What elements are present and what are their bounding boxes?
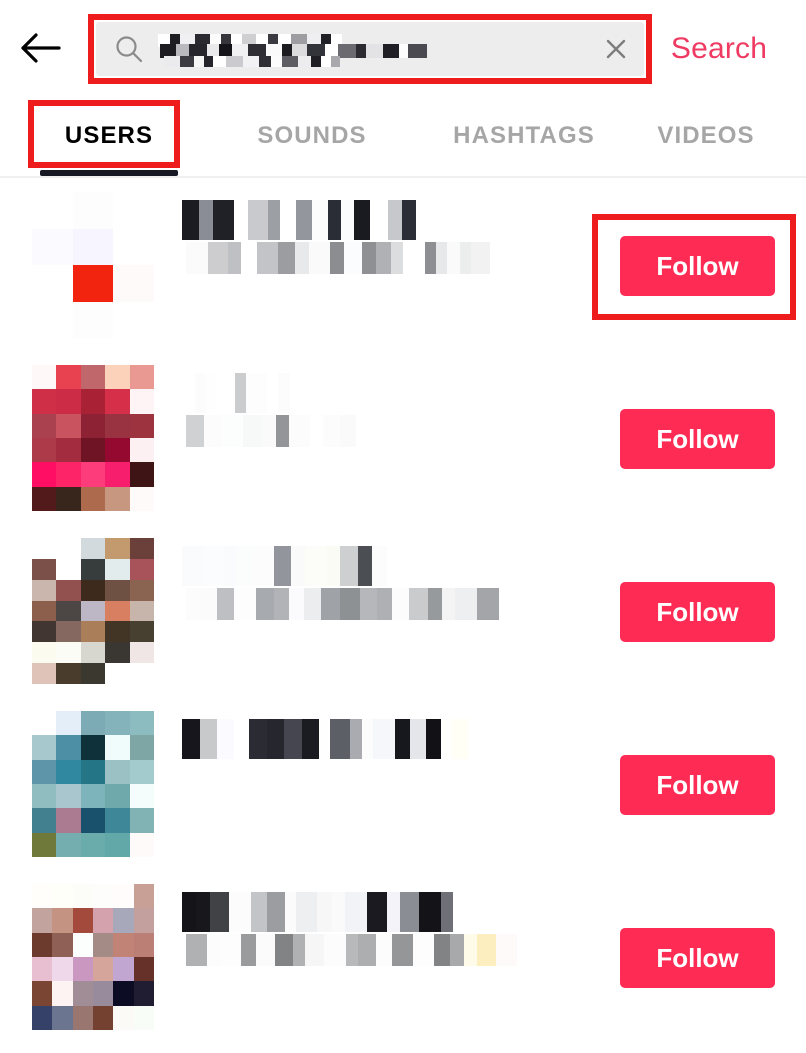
clear-search-button[interactable] bbox=[588, 22, 644, 76]
user-result-row[interactable]: Follow bbox=[0, 351, 806, 524]
search-submit-button[interactable]: Search bbox=[646, 22, 792, 76]
arrow-left-icon bbox=[21, 33, 61, 63]
avatar bbox=[32, 192, 154, 338]
search-field[interactable] bbox=[96, 22, 644, 76]
user-result-row[interactable]: Follow bbox=[0, 697, 806, 870]
tiktok-search-screen: Search USERS SOUNDS HASHTAGS VIDEOS Follow F… bbox=[0, 0, 806, 1053]
tab-users[interactable]: USERS bbox=[40, 96, 178, 176]
avatar bbox=[32, 538, 154, 684]
tab-hashtags[interactable]: HASHTAGS bbox=[410, 96, 638, 176]
user-results-list: Follow Follow Follow Follow Follow bbox=[0, 178, 806, 1043]
search-icon bbox=[116, 36, 143, 63]
search-tabs: USERS SOUNDS HASHTAGS VIDEOS bbox=[0, 96, 806, 176]
follow-button[interactable]: Follow bbox=[620, 928, 775, 988]
follow-button[interactable]: Follow bbox=[620, 582, 775, 642]
search-header: Search bbox=[0, 0, 806, 96]
follow-button[interactable]: Follow bbox=[620, 236, 775, 296]
user-name-redacted bbox=[182, 542, 582, 680]
search-input-value-redacted[interactable] bbox=[158, 22, 588, 76]
avatar bbox=[32, 711, 154, 857]
user-name-redacted bbox=[182, 196, 582, 334]
close-icon bbox=[606, 39, 626, 59]
follow-button[interactable]: Follow bbox=[620, 755, 775, 815]
user-name-redacted bbox=[182, 888, 582, 1026]
tab-sounds[interactable]: SOUNDS bbox=[222, 96, 402, 176]
user-result-row[interactable]: Follow bbox=[0, 178, 806, 351]
back-button[interactable] bbox=[0, 0, 80, 96]
follow-button[interactable]: Follow bbox=[620, 409, 775, 469]
user-name-redacted bbox=[182, 715, 582, 853]
avatar bbox=[32, 884, 154, 1030]
avatar bbox=[32, 365, 154, 511]
user-result-row[interactable]: Follow bbox=[0, 524, 806, 697]
user-result-row[interactable]: Follow bbox=[0, 870, 806, 1043]
tab-videos[interactable]: VIDEOS bbox=[630, 96, 782, 176]
user-name-redacted bbox=[182, 369, 582, 507]
